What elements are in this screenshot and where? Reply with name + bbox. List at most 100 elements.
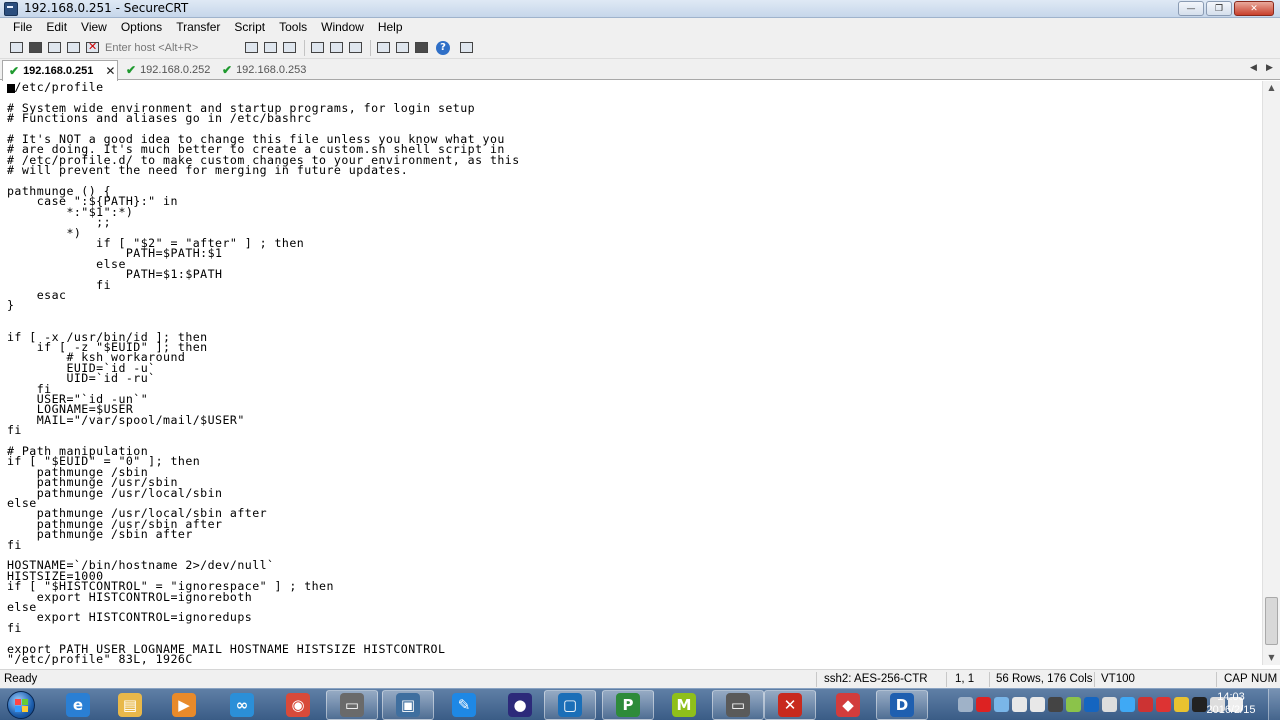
clock-time: 14:03 bbox=[1217, 691, 1245, 703]
securecrt-icon: ▭ bbox=[340, 693, 364, 717]
taskbar-app-button[interactable]: ▤ bbox=[104, 690, 156, 720]
menu-file[interactable]: File bbox=[6, 18, 39, 37]
close-button[interactable]: ✕ bbox=[1234, 1, 1274, 16]
tab-scroll-right-icon[interactable]: ▶ bbox=[1266, 63, 1273, 73]
tray-icon[interactable] bbox=[1174, 697, 1189, 712]
terminal-line: MAIL="/var/spool/mail/$USER" bbox=[7, 412, 245, 427]
window-title: 192.168.0.251 - SecureCRT bbox=[24, 1, 189, 15]
taskbar-app-button[interactable]: ◉ bbox=[272, 690, 324, 720]
securefx-icon[interactable] bbox=[458, 40, 475, 56]
find-icon[interactable] bbox=[281, 40, 298, 56]
terminal-line: /etc/profile bbox=[7, 81, 104, 94]
menu-bar: File Edit View Options Transfer Script T… bbox=[0, 18, 1280, 37]
print-selection-icon[interactable] bbox=[328, 40, 345, 56]
tab-session-252[interactable]: ✔ 192.168.0.252 bbox=[120, 60, 216, 80]
tray-icon[interactable] bbox=[958, 697, 973, 712]
terminal-line: fi bbox=[7, 423, 22, 438]
taskbar-app-button[interactable]: ✎ bbox=[438, 690, 490, 720]
connect-icon[interactable] bbox=[8, 40, 25, 56]
maximize-button[interactable]: ❐ bbox=[1206, 1, 1232, 16]
status-divider bbox=[989, 672, 990, 687]
taskbar-app-button[interactable]: ∞ bbox=[216, 690, 268, 720]
tray-icon[interactable] bbox=[976, 697, 991, 712]
window-controls: — ❐ ✕ bbox=[1178, 1, 1274, 16]
menu-script[interactable]: Script bbox=[227, 18, 272, 37]
tray-icon[interactable] bbox=[1066, 697, 1081, 712]
menu-options[interactable]: Options bbox=[114, 18, 169, 37]
session-options-icon[interactable] bbox=[375, 40, 392, 56]
tray-icon[interactable] bbox=[1120, 697, 1135, 712]
menu-edit[interactable]: Edit bbox=[39, 18, 74, 37]
copy-icon[interactable] bbox=[243, 40, 260, 56]
taskbar-app-button[interactable]: ✕ bbox=[764, 690, 816, 720]
terminal-line: esac bbox=[7, 288, 67, 302]
tray-icon[interactable] bbox=[1030, 697, 1045, 712]
tray-icon[interactable] bbox=[1084, 697, 1099, 712]
print-icon[interactable] bbox=[309, 40, 326, 56]
disconnect-icon[interactable] bbox=[84, 40, 101, 56]
terminal-line: "/etc/profile" 83L, 1926C bbox=[7, 652, 193, 665]
start-button[interactable] bbox=[4, 689, 38, 720]
scroll-down-icon[interactable]: ▼ bbox=[1263, 651, 1280, 665]
system-tray bbox=[958, 697, 1243, 712]
reconnect-icon[interactable] bbox=[65, 40, 82, 56]
taskbar-clock[interactable]: 14:03 2016/2/15 bbox=[1204, 691, 1258, 717]
tray-icon[interactable] bbox=[1102, 697, 1117, 712]
connect-in-tab-icon[interactable] bbox=[46, 40, 63, 56]
tab-session-253[interactable]: ✔ 192.168.0.253 bbox=[216, 60, 312, 80]
taskbar-app-button[interactable]: ◆ bbox=[822, 690, 874, 720]
securefx-icon: ▭ bbox=[726, 693, 750, 717]
enter-host-input[interactable] bbox=[103, 39, 233, 56]
paste-icon[interactable] bbox=[262, 40, 279, 56]
taskbar-app-button[interactable]: ▶ bbox=[158, 690, 210, 720]
scroll-up-icon[interactable]: ▲ bbox=[1263, 81, 1280, 95]
taskbar-app-button[interactable]: ▭ bbox=[712, 690, 764, 720]
session-tab-bar: ✔ 192.168.0.251 ✕ ✔ 192.168.0.252 ✔ 192.… bbox=[0, 59, 1280, 81]
tray-icon[interactable] bbox=[1048, 697, 1063, 712]
toolbar-separator bbox=[370, 39, 371, 56]
tab-scroll-left-icon[interactable]: ◀ bbox=[1250, 63, 1257, 73]
tray-icon[interactable] bbox=[1156, 697, 1171, 712]
status-cursor-position: 1, 1 bbox=[955, 673, 975, 685]
status-bar: Ready ssh2: AES-256-CTR 1, 1 56 Rows, 17… bbox=[0, 669, 1280, 688]
terminal-line: export HISTCONTROL=ignoredups bbox=[7, 610, 253, 625]
taskbar-app-button[interactable]: ▣ bbox=[382, 690, 434, 720]
status-divider bbox=[946, 672, 947, 687]
securecrt-app-icon[interactable] bbox=[4, 2, 18, 16]
terminal-scrollbar[interactable]: ▲ ▼ bbox=[1262, 81, 1280, 665]
terminal-line: pathmunge /usr/local/sbin bbox=[7, 485, 223, 500]
terminal-screen[interactable]: /etc/profile # System wide environment an… bbox=[0, 81, 1262, 665]
taskbar-app-button[interactable]: ● bbox=[494, 690, 546, 720]
status-terminal-size: 56 Rows, 176 Cols bbox=[996, 673, 1093, 685]
global-options-icon[interactable] bbox=[394, 40, 411, 56]
minimize-button[interactable]: — bbox=[1178, 1, 1204, 16]
taskbar-app-button[interactable]: D bbox=[876, 690, 928, 720]
taskbar-app-button[interactable]: P bbox=[602, 690, 654, 720]
keymap-icon[interactable] bbox=[413, 40, 430, 56]
pdf-app-icon: ✕ bbox=[778, 693, 802, 717]
tray-icon[interactable] bbox=[1138, 697, 1153, 712]
menu-transfer[interactable]: Transfer bbox=[169, 18, 227, 37]
taskbar-app-button[interactable]: ▢ bbox=[544, 690, 596, 720]
menu-help[interactable]: Help bbox=[371, 18, 410, 37]
connected-check-icon: ✔ bbox=[222, 63, 233, 77]
help-icon[interactable]: ? bbox=[436, 40, 450, 55]
tray-icon[interactable] bbox=[994, 697, 1009, 712]
menu-tools[interactable]: Tools bbox=[272, 18, 314, 37]
show-desktop-button[interactable] bbox=[1268, 689, 1280, 720]
print-setup-icon[interactable] bbox=[347, 40, 364, 56]
menu-view[interactable]: View bbox=[74, 18, 114, 37]
tray-icon[interactable] bbox=[1012, 697, 1027, 712]
close-tab-icon[interactable]: ✕ bbox=[105, 64, 115, 78]
taskbar-app-button[interactable]: ▭ bbox=[326, 690, 378, 720]
menu-window[interactable]: Window bbox=[314, 18, 371, 37]
terminal-line: # will prevent the need for merging in f… bbox=[7, 163, 409, 178]
clock-date: 2016/2/15 bbox=[1206, 704, 1256, 716]
taskbar-app-button[interactable]: M bbox=[658, 690, 710, 720]
taskbar-app-button[interactable]: e bbox=[52, 690, 104, 720]
quick-connect-icon[interactable] bbox=[27, 40, 44, 56]
tab-session-251[interactable]: ✔ 192.168.0.251 ✕ bbox=[2, 60, 118, 81]
eclipse-icon: ● bbox=[508, 693, 532, 717]
scrollbar-thumb[interactable] bbox=[1265, 597, 1278, 645]
terminal-line: } bbox=[7, 298, 15, 313]
